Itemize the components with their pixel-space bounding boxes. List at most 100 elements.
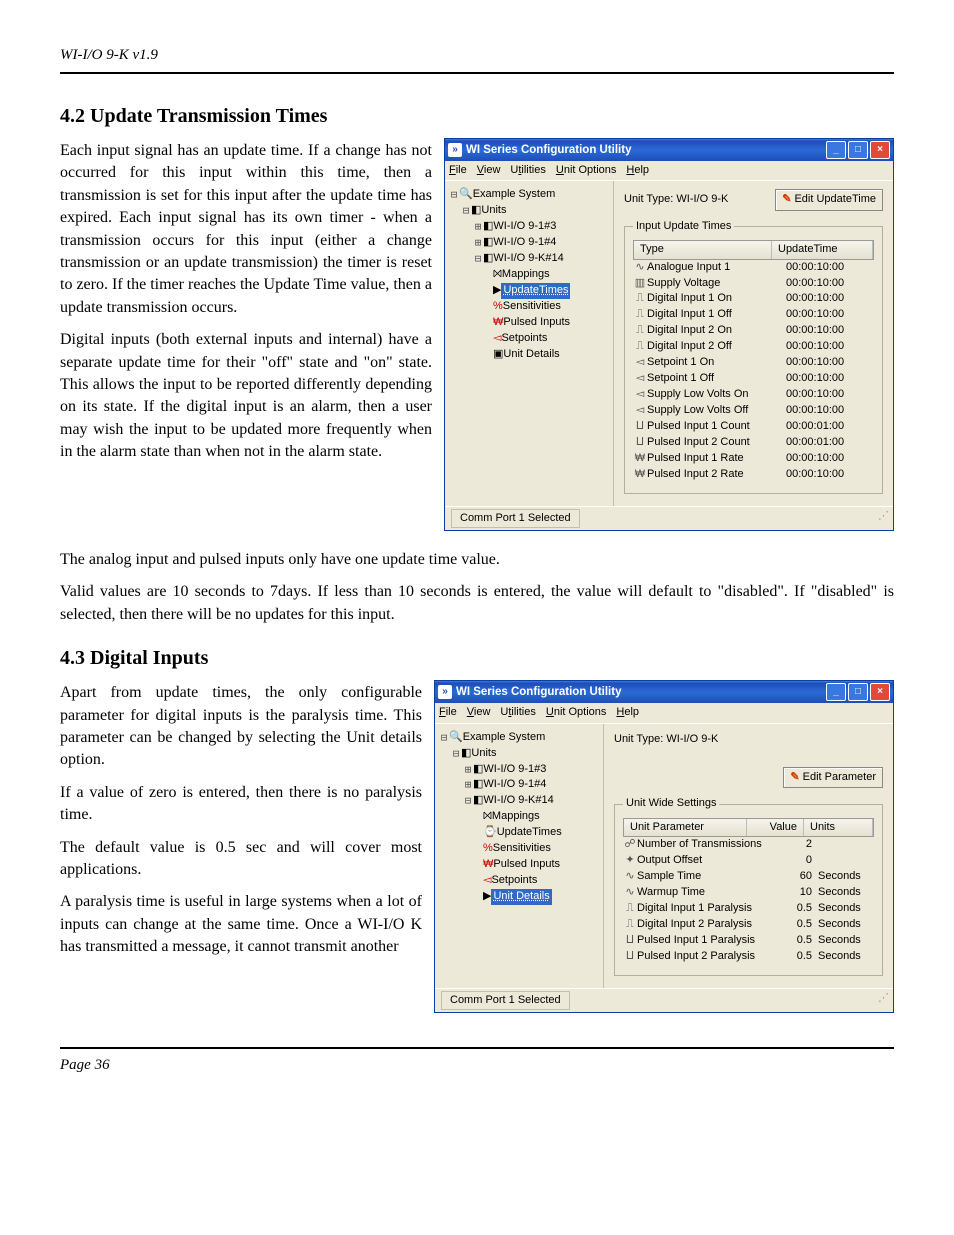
para-4-2-4: Valid values are 10 seconds to 7days. If… xyxy=(60,581,894,626)
row-value: 2 xyxy=(768,837,818,853)
tree-root[interactable]: Example System xyxy=(463,730,546,746)
tree-updatetimes[interactable]: UpdateTimes xyxy=(497,825,562,841)
col-units[interactable]: Units xyxy=(804,819,873,836)
tree-units[interactable]: Units xyxy=(481,203,506,219)
menu-file[interactable]: File xyxy=(449,163,467,178)
tree-unitdetails[interactable]: Unit Details xyxy=(491,889,551,905)
row-icon: ◅ xyxy=(633,387,647,403)
row-units xyxy=(818,853,874,869)
row-units: Seconds xyxy=(818,949,874,965)
tree-sensitivities[interactable]: Sensitivities xyxy=(493,841,551,857)
row-name: Pulsed Input 2 Rate xyxy=(647,467,786,483)
menu-help[interactable]: Help xyxy=(616,705,639,720)
resize-grip-icon[interactable]: ⋰ xyxy=(878,991,887,1010)
list-item[interactable]: ⨿Pulsed Input 1 Paralysis0.5Seconds xyxy=(623,933,874,949)
list-item[interactable]: ⎍Digital Input 2 Off00:00:10:00 xyxy=(633,339,874,355)
row-name: Number of Transmissions xyxy=(637,837,768,853)
minimize-button[interactable]: _ xyxy=(826,683,846,701)
doc-header: WI-I/O 9-K v1.9 xyxy=(60,45,894,74)
menubar: File View Utilities Unit Options Help xyxy=(445,161,893,181)
row-icon: ∿ xyxy=(623,885,637,901)
row-name: Pulsed Input 2 Count xyxy=(647,435,786,451)
col-type[interactable]: Type xyxy=(634,241,772,258)
close-button[interactable]: × xyxy=(870,141,890,159)
menu-utilities[interactable]: Utilities xyxy=(500,705,535,720)
row-name: Digital Input 1 Off xyxy=(647,307,786,323)
list-item[interactable]: ◅Supply Low Volts Off00:00:10:00 xyxy=(633,403,874,419)
list-item[interactable]: ⨿Pulsed Input 1 Count00:00:01:00 xyxy=(633,419,874,435)
section-4-3-title: 4.3 Digital Inputs xyxy=(60,644,894,672)
list-item[interactable]: ∿Sample Time60Seconds xyxy=(623,869,874,885)
tree-root[interactable]: Example System xyxy=(473,187,556,203)
group-legend: Unit Wide Settings xyxy=(623,796,719,811)
unit-type-label: Unit Type: WI-I/O 9-K xyxy=(614,732,718,747)
row-icon: ◅ xyxy=(633,355,647,371)
tree-setpoints[interactable]: Setpoints xyxy=(501,331,547,347)
list-item[interactable]: ▥Supply Voltage00:00:10:00 xyxy=(633,276,874,292)
list-item[interactable]: ∿Analogue Input 100:00:10:00 xyxy=(633,260,874,276)
row-icon: ✦ xyxy=(623,853,637,869)
tree-updatetimes[interactable]: UpdateTimes xyxy=(501,283,570,299)
menu-view[interactable]: View xyxy=(467,705,491,720)
tree-mappings[interactable]: Mappings xyxy=(502,267,550,283)
para-4-2-3: The analog input and pulsed inputs only … xyxy=(60,549,894,571)
list-item[interactable]: ⎍Digital Input 1 Off00:00:10:00 xyxy=(633,307,874,323)
tree-unit-4[interactable]: WI-I/O 9-1#4 xyxy=(493,235,556,251)
menu-utilities[interactable]: Utilities xyxy=(510,163,545,178)
close-button[interactable]: × xyxy=(870,683,890,701)
list-item[interactable]: ⨿Pulsed Input 2 Count00:00:01:00 xyxy=(633,435,874,451)
row-icon: ☍ xyxy=(623,837,637,853)
col-parameter[interactable]: Unit Parameter xyxy=(624,819,747,836)
list-item[interactable]: ₩Pulsed Input 2 Rate00:00:10:00 xyxy=(633,467,874,483)
menu-view[interactable]: View xyxy=(477,163,501,178)
tree-unitdetails[interactable]: Unit Details xyxy=(503,347,559,363)
tree-unit-14[interactable]: WI-I/O 9-K#14 xyxy=(483,793,553,809)
list-item[interactable]: ⎍Digital Input 1 On00:00:10:00 xyxy=(633,291,874,307)
menu-unit-options[interactable]: Unit Options xyxy=(556,163,617,178)
tree-mappings[interactable]: Mappings xyxy=(492,809,540,825)
row-name: Pulsed Input 1 Count xyxy=(647,419,786,435)
row-time: 00:00:10:00 xyxy=(786,451,874,467)
menu-help[interactable]: Help xyxy=(626,163,649,178)
edit-updatetime-button[interactable]: ✎Edit UpdateTime xyxy=(775,189,883,210)
row-name: Sample Time xyxy=(637,869,768,885)
minimize-button[interactable]: _ xyxy=(826,141,846,159)
resize-grip-icon[interactable]: ⋰ xyxy=(878,509,887,528)
row-icon: ◅ xyxy=(633,371,647,387)
tree-units[interactable]: Units xyxy=(471,746,496,762)
tree-unit-3[interactable]: WI-I/O 9-1#3 xyxy=(493,219,556,235)
menu-unit-options[interactable]: Unit Options xyxy=(546,705,607,720)
list-item[interactable]: ☍Number of Transmissions2 xyxy=(623,837,874,853)
list-item[interactable]: ◅Setpoint 1 Off00:00:10:00 xyxy=(633,371,874,387)
tree-unit-4[interactable]: WI-I/O 9-1#4 xyxy=(483,777,546,793)
maximize-button[interactable]: □ xyxy=(848,683,868,701)
tree-pulsed[interactable]: Pulsed Inputs xyxy=(503,315,570,331)
list-item[interactable]: ₩Pulsed Input 1 Rate00:00:10:00 xyxy=(633,451,874,467)
tree-setpoints[interactable]: Setpoints xyxy=(491,873,537,889)
col-value[interactable]: Value xyxy=(747,819,804,836)
row-value: 0.5 xyxy=(768,901,818,917)
list-item[interactable]: ◅Supply Low Volts On00:00:10:00 xyxy=(633,387,874,403)
list-item[interactable]: ⎍Digital Input 2 On00:00:10:00 xyxy=(633,323,874,339)
tree-unit-14[interactable]: WI-I/O 9-K#14 xyxy=(493,251,563,267)
tree-unit-3[interactable]: WI-I/O 9-1#3 xyxy=(483,762,546,778)
maximize-button[interactable]: □ xyxy=(848,141,868,159)
tree-pulsed[interactable]: Pulsed Inputs xyxy=(493,857,560,873)
row-name: Setpoint 1 Off xyxy=(647,371,786,387)
list-item[interactable]: ◅Setpoint 1 On00:00:10:00 xyxy=(633,355,874,371)
list-item[interactable]: ⨿Pulsed Input 2 Paralysis0.5Seconds xyxy=(623,949,874,965)
tree-sensitivities[interactable]: Sensitivities xyxy=(503,299,561,315)
row-icon: ⎍ xyxy=(633,291,647,307)
menu-file[interactable]: File xyxy=(439,705,457,720)
col-updatetime[interactable]: UpdateTime xyxy=(772,241,873,258)
row-time: 00:00:10:00 xyxy=(786,387,874,403)
list-item[interactable]: ⎍Digital Input 1 Paralysis0.5Seconds xyxy=(623,901,874,917)
list-item[interactable]: ✦Output Offset0 xyxy=(623,853,874,869)
window-titlebar: » WI Series Configuration Utility _ □ × xyxy=(445,139,893,161)
list-item[interactable]: ⎍Digital Input 2 Paralysis0.5Seconds xyxy=(623,917,874,933)
status-text: Comm Port 1 Selected xyxy=(451,509,580,528)
row-icon: ⎍ xyxy=(633,339,647,355)
row-name: Analogue Input 1 xyxy=(647,260,786,276)
list-item[interactable]: ∿Warmup Time10Seconds xyxy=(623,885,874,901)
edit-parameter-button[interactable]: ✎Edit Parameter xyxy=(783,767,883,788)
